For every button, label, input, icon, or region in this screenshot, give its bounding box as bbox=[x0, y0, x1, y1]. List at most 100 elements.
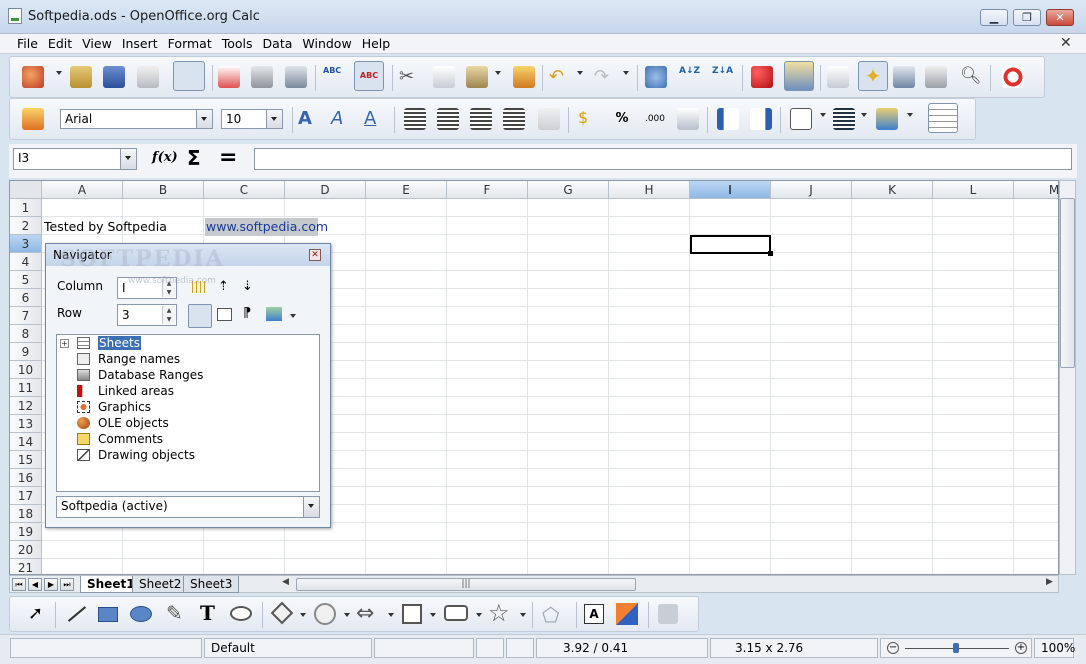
row-header-5[interactable]: 5 bbox=[10, 271, 42, 289]
row-header-16[interactable]: 16 bbox=[10, 469, 42, 487]
navigator-icon[interactable]: ✦ bbox=[858, 61, 888, 91]
line-icon[interactable] bbox=[67, 606, 87, 622]
toggle-view-icon[interactable] bbox=[217, 308, 232, 321]
menu-data[interactable]: Data bbox=[258, 36, 298, 52]
row-header-3[interactable]: 3 bbox=[10, 235, 42, 253]
row-header-18[interactable]: 18 bbox=[10, 505, 42, 523]
row-header-17[interactable]: 17 bbox=[10, 487, 42, 505]
menu-file[interactable]: File bbox=[12, 36, 43, 52]
redo-dropdown-icon[interactable] bbox=[623, 71, 629, 75]
select-arrow-icon[interactable]: ➚ bbox=[28, 603, 43, 624]
borders-icon[interactable] bbox=[790, 108, 812, 130]
start-icon[interactable]: ⇡ bbox=[218, 279, 229, 294]
name-box-dropdown-icon[interactable] bbox=[120, 149, 136, 169]
row-header-19[interactable]: 19 bbox=[10, 523, 42, 541]
stars-icon[interactable]: ☆ bbox=[488, 599, 510, 627]
navigator-document-dropdown-icon[interactable] bbox=[303, 497, 319, 517]
row-header-6[interactable]: 6 bbox=[10, 289, 42, 307]
callouts-icon[interactable] bbox=[230, 606, 252, 621]
redo-icon[interactable]: ↷ bbox=[594, 66, 616, 88]
print-preview-icon[interactable] bbox=[285, 66, 307, 88]
row-header-1[interactable]: 1 bbox=[10, 199, 42, 217]
clone-formatting-icon[interactable] bbox=[513, 66, 535, 88]
text-icon[interactable]: T bbox=[200, 601, 215, 625]
navigator-document-select[interactable]: Softpedia (active) bbox=[56, 496, 320, 518]
row-header-4[interactable]: 4 bbox=[10, 253, 42, 271]
data-sources-icon[interactable] bbox=[925, 66, 947, 88]
chart-icon[interactable] bbox=[751, 66, 773, 88]
function-wizard-icon[interactable]: f(x) bbox=[152, 150, 178, 165]
tree-item-drawing-objects[interactable]: Drawing objects bbox=[77, 447, 195, 463]
last-sheet-button[interactable]: ⏭ bbox=[60, 578, 74, 591]
undo-icon[interactable]: ↶ bbox=[549, 66, 571, 88]
column-header-e[interactable]: E bbox=[366, 181, 447, 199]
block-arrows-icon[interactable]: ⇔ bbox=[356, 601, 374, 626]
zoom-slider[interactable]: − + bbox=[880, 638, 1032, 658]
row-header-10[interactable]: 10 bbox=[10, 361, 42, 379]
menu-insert[interactable]: Insert bbox=[117, 36, 163, 52]
tree-item-sheets[interactable]: Sheets bbox=[77, 335, 141, 351]
navigator-tree[interactable]: + Sheets Range names Database Ranges Lin… bbox=[56, 334, 320, 492]
column-header-f[interactable]: F bbox=[447, 181, 528, 199]
spellcheck-icon[interactable]: ABC bbox=[323, 66, 345, 88]
row-header-9[interactable]: 9 bbox=[10, 343, 42, 361]
toggle-grid-icon[interactable] bbox=[928, 103, 958, 133]
column-header-b[interactable]: B bbox=[123, 181, 204, 199]
end-icon[interactable]: ⇣ bbox=[242, 279, 253, 294]
basic-shapes-dropdown-icon[interactable] bbox=[300, 613, 306, 617]
hyperlink-icon[interactable] bbox=[645, 66, 667, 88]
copy-icon[interactable] bbox=[433, 66, 455, 88]
tree-item-graphics[interactable]: Graphics bbox=[77, 399, 151, 415]
symbol-shapes-icon[interactable] bbox=[314, 603, 336, 625]
undo-dropdown-icon[interactable] bbox=[577, 71, 583, 75]
open-icon[interactable] bbox=[70, 66, 92, 88]
edit-file-icon[interactable] bbox=[173, 61, 205, 91]
justify-icon[interactable] bbox=[503, 108, 525, 130]
symbol-shapes-dropdown-icon[interactable] bbox=[344, 613, 350, 617]
row-header-13[interactable]: 13 bbox=[10, 415, 42, 433]
select-all-corner[interactable] bbox=[10, 181, 42, 199]
contents-toggle-icon[interactable] bbox=[188, 304, 212, 328]
zoom-in-icon[interactable]: + bbox=[1015, 642, 1027, 654]
freeform-line-icon[interactable]: ✎ bbox=[166, 601, 183, 625]
background-color-dropdown-icon[interactable] bbox=[907, 113, 913, 117]
menu-view[interactable]: View bbox=[77, 36, 117, 52]
row-header-7[interactable]: 7 bbox=[10, 307, 42, 325]
name-box[interactable]: I3 bbox=[13, 148, 137, 170]
tree-item-linked-areas[interactable]: Linked areas bbox=[77, 383, 174, 399]
paste-dropdown-icon[interactable] bbox=[495, 71, 501, 75]
help-icon[interactable] bbox=[1002, 66, 1024, 88]
new-document-icon[interactable] bbox=[22, 66, 44, 88]
maximize-button[interactable]: ❐ bbox=[1013, 9, 1041, 26]
cut-icon[interactable]: ✂ bbox=[399, 66, 421, 88]
column-header-g[interactable]: G bbox=[528, 181, 609, 199]
callout-shapes-dropdown-icon[interactable] bbox=[476, 613, 482, 617]
edit-points-icon[interactable] bbox=[827, 66, 849, 88]
row-header-12[interactable]: 12 bbox=[10, 397, 42, 415]
flowchart-icon[interactable] bbox=[402, 604, 422, 624]
scenarios-icon[interactable]: ⁋ bbox=[243, 306, 251, 321]
close-button[interactable]: ✕ bbox=[1046, 9, 1074, 26]
zoom-slider-thumb[interactable] bbox=[953, 643, 959, 653]
menu-help[interactable]: Help bbox=[357, 36, 396, 52]
tree-item-range-names[interactable]: Range names bbox=[77, 351, 180, 367]
row-header-14[interactable]: 14 bbox=[10, 433, 42, 451]
drag-mode-icon[interactable] bbox=[266, 307, 282, 321]
horizontal-scroll-thumb[interactable]: ||| bbox=[296, 578, 636, 591]
row-header-2[interactable]: 2 bbox=[10, 217, 42, 235]
column-header-i[interactable]: I bbox=[690, 181, 771, 199]
cell-a2[interactable]: Tested by Softpedia bbox=[44, 218, 167, 236]
underline-icon[interactable]: A bbox=[364, 108, 386, 130]
font-name-box[interactable]: Arial bbox=[60, 109, 213, 129]
column-header-l[interactable]: L bbox=[933, 181, 1014, 199]
zoom-percent-field[interactable]: 100% bbox=[1034, 638, 1075, 658]
increase-indent-icon[interactable] bbox=[750, 108, 772, 130]
align-left-icon[interactable] bbox=[404, 108, 426, 130]
flowchart-dropdown-icon[interactable] bbox=[430, 613, 436, 617]
line-style-dropdown-icon[interactable] bbox=[861, 113, 867, 117]
row-header-8[interactable]: 8 bbox=[10, 325, 42, 343]
column-header-j[interactable]: J bbox=[771, 181, 852, 199]
sum-icon[interactable]: Σ bbox=[187, 146, 201, 170]
column-header-c[interactable]: C bbox=[204, 181, 285, 199]
fontwork-icon[interactable]: A bbox=[584, 604, 604, 624]
